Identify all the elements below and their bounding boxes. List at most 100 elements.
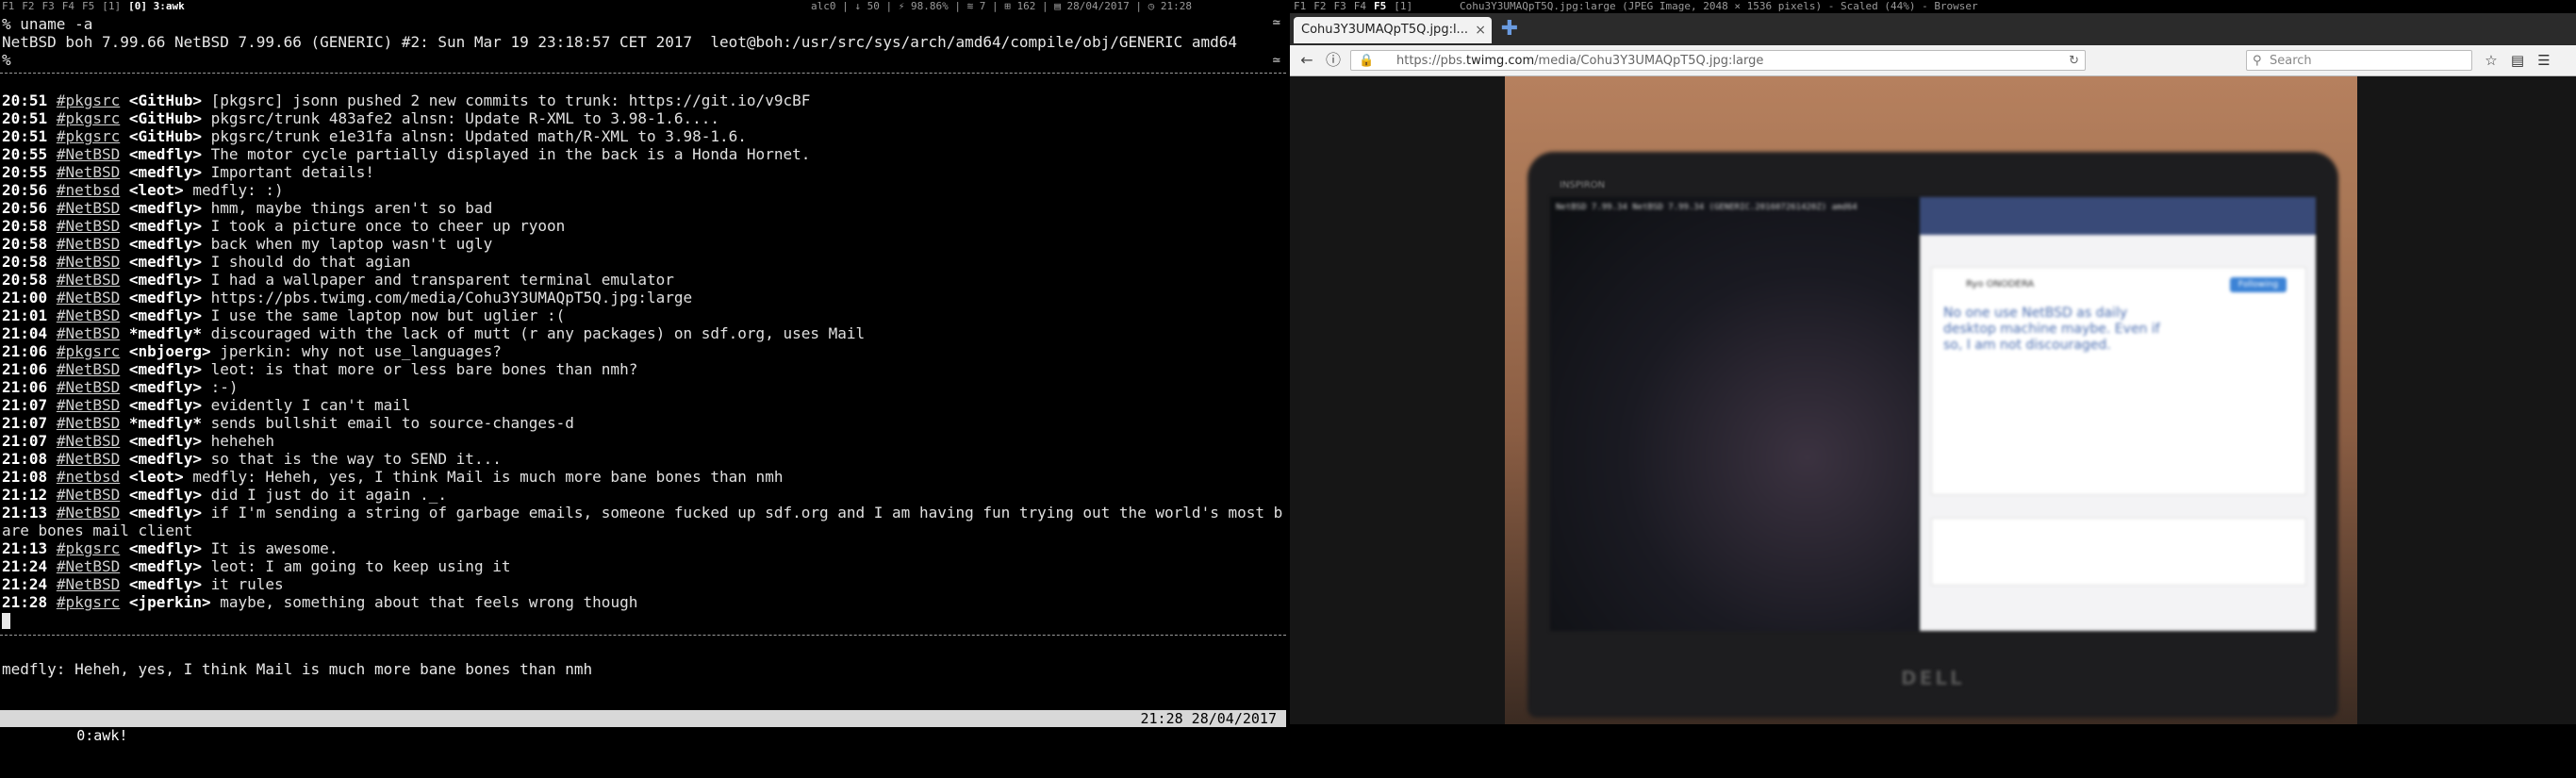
url-text: https://pbs.twimg.com/media/Cohu3Y3UMAQp… bbox=[1396, 54, 1764, 68]
bookmark-star-icon[interactable]: ☆ bbox=[2480, 49, 2502, 72]
message-nick: <medfly> bbox=[128, 271, 202, 289]
message-nick: <medfly> bbox=[128, 360, 202, 378]
browser-window: Cohu3Y3UMAQpT5Q.jpg:l... × ✚ ← ⓘ 🔒 https… bbox=[1290, 13, 2576, 724]
message-time: 21:06 bbox=[2, 378, 48, 396]
wm-tab-1[interactable]: [1] bbox=[102, 0, 121, 12]
pane-divider bbox=[0, 73, 1286, 74]
shell-line-1: % uname -a bbox=[2, 15, 93, 33]
wm-tab-f5[interactable]: F5 bbox=[82, 0, 94, 12]
irc-message: 21:07 #NetBSD *medfly* sends bullshit em… bbox=[2, 414, 1284, 432]
message-time: 20:51 bbox=[2, 127, 48, 145]
message-text: Important details! bbox=[201, 163, 374, 181]
tmux-window-4[interactable]: 4:tcsh- bbox=[304, 727, 374, 744]
irc-message: 21:06 #NetBSD <medfly> :-) bbox=[2, 378, 1284, 396]
tmux-window-0[interactable]: 0:awk! bbox=[71, 727, 134, 744]
session-label: [0] bbox=[40, 727, 66, 744]
message-time: 21:07 bbox=[2, 396, 48, 414]
reload-icon[interactable]: ↻ bbox=[2069, 51, 2079, 72]
tab-close-icon[interactable]: × bbox=[1475, 17, 1486, 43]
photo-twitter-header bbox=[1920, 197, 2316, 235]
irc-message: 21:24 #NetBSD <medfly> it rules bbox=[2, 575, 1284, 593]
search-placeholder: Search bbox=[2270, 54, 2312, 68]
pane-corner-icon: ≃ bbox=[1272, 15, 1280, 30]
browser-tab[interactable]: Cohu3Y3UMAQpT5Q.jpg:l... × bbox=[1294, 17, 1492, 43]
tmux-window-2[interactable]: 2:less bbox=[179, 727, 241, 744]
message-text: [pkgsrc] jsonn pushed 2 new commits to t… bbox=[201, 91, 811, 109]
wm-tab-f1[interactable]: F1 bbox=[2, 0, 14, 12]
info-icon[interactable]: ⓘ bbox=[1322, 49, 1345, 72]
irc-message: 20:56 #netbsd <leot> medfly: :) bbox=[2, 181, 1284, 199]
message-text: medfly: Heheh, yes, I think Mail is much… bbox=[183, 468, 784, 486]
wm-tab-f5[interactable]: F5 bbox=[1374, 0, 1386, 12]
irc-message: 21:07 #NetBSD <medfly> heheheh bbox=[2, 432, 1284, 450]
new-tab-icon[interactable]: ✚ bbox=[1499, 19, 1520, 40]
message-time: 20:56 bbox=[2, 199, 48, 217]
message-time: 21:13 bbox=[2, 504, 48, 521]
tmux-window-1[interactable]: 1:sh bbox=[133, 727, 178, 744]
message-text: leot: is that more or less bare bones th… bbox=[201, 360, 638, 378]
wm-tab-f4[interactable]: F4 bbox=[1354, 0, 1366, 12]
wm-tab-f1[interactable]: F1 bbox=[1294, 0, 1306, 12]
irc-message: 20:56 #NetBSD <medfly> hmm, maybe things… bbox=[2, 199, 1284, 217]
message-time: 21:08 bbox=[2, 468, 48, 486]
wm-tab-1[interactable]: [1] bbox=[1394, 0, 1412, 12]
image-viewport[interactable]: INSPIRON NetBSD 7.99.34 NetBSD 7.99.34 (… bbox=[1290, 76, 2576, 724]
message-channel: #NetBSD bbox=[56, 235, 121, 253]
message-nick: <medfly> bbox=[128, 575, 202, 593]
wm-tab-03awk[interactable]: [0] 3:awk bbox=[128, 0, 185, 12]
wm-tab-f3[interactable]: F3 bbox=[42, 0, 55, 12]
message-nick: <medfly> bbox=[128, 486, 202, 504]
irc-message: 20:58 #NetBSD <medfly> back when my lapt… bbox=[2, 235, 1284, 253]
message-nick: *medfly* bbox=[128, 414, 202, 432]
irc-log[interactable]: 20:51 #pkgsrc <GitHub> [pkgsrc] jsonn pu… bbox=[2, 91, 1284, 629]
message-channel: #pkgsrc bbox=[56, 91, 121, 109]
input-divider bbox=[0, 635, 1286, 636]
message-nick: <medfly> bbox=[128, 504, 202, 521]
message-channel: #NetBSD bbox=[56, 504, 121, 521]
tmux-window-3[interactable]: 3:awk* bbox=[241, 727, 304, 744]
irc-input-line[interactable]: medfly: Heheh, yes, I think Mail is much… bbox=[2, 660, 592, 678]
message-channel: #NetBSD bbox=[56, 289, 121, 306]
irc-message: 21:24 #NetBSD <medfly> leot: I am going … bbox=[2, 557, 1284, 575]
message-nick: <medfly> bbox=[128, 199, 202, 217]
message-nick: <GitHub> bbox=[128, 109, 202, 127]
message-nick: <medfly> bbox=[128, 539, 202, 557]
irc-message: 21:00 #NetBSD <medfly> https://pbs.twimg… bbox=[2, 289, 1284, 306]
message-nick: <GitHub> bbox=[128, 91, 202, 109]
irc-message: 20:51 #pkgsrc <GitHub> pkgsrc/trunk e1e3… bbox=[2, 127, 1284, 145]
message-time: 20:56 bbox=[2, 181, 48, 199]
menu-icon[interactable]: ☰ bbox=[2533, 49, 2555, 72]
message-channel: #NetBSD bbox=[56, 360, 121, 378]
url-bar[interactable]: 🔒 https://pbs.twimg.com/media/Cohu3Y3UMA… bbox=[1350, 50, 2086, 71]
message-text: I took a picture once to cheer up ryoon bbox=[201, 217, 566, 235]
message-time: 21:12 bbox=[2, 486, 48, 504]
message-text: evidently I can't mail bbox=[201, 396, 411, 414]
irc-message: 20:58 #NetBSD <medfly> I took a picture … bbox=[2, 217, 1284, 235]
terminal-pane[interactable]: % uname -a NetBSD boh 7.99.66 NetBSD 7.9… bbox=[0, 13, 1286, 744]
wm-center-status: alc0 | ↓ 50 | ⚡ 98.86% | ≋ 7 | ⊞ 162 | ▤… bbox=[811, 0, 1192, 12]
message-channel: #NetBSD bbox=[56, 306, 121, 324]
photo-terminal-text: NetBSD 7.99.34 NetBSD 7.99.34 (GENERIC.2… bbox=[1556, 203, 1858, 212]
wm-tab-f2[interactable]: F2 bbox=[1313, 0, 1326, 12]
library-icon[interactable]: ▤ bbox=[2506, 49, 2529, 72]
message-channel: #NetBSD bbox=[56, 557, 121, 575]
tab-bar: Cohu3Y3UMAQpT5Q.jpg:l... × ✚ bbox=[1290, 13, 2576, 45]
message-channel: #pkgsrc bbox=[56, 539, 121, 557]
wm-tab-f3[interactable]: F3 bbox=[1334, 0, 1346, 12]
wm-right-tabs[interactable]: F1 F2 F3 F4 F5 [1] bbox=[1294, 0, 1420, 13]
message-channel: #NetBSD bbox=[56, 145, 121, 163]
search-input[interactable]: ⚲ Search bbox=[2246, 50, 2472, 71]
message-text: I had a wallpaper and transparent termin… bbox=[201, 271, 674, 289]
message-nick: <medfly> bbox=[128, 378, 202, 396]
message-text: pkgsrc/trunk 483afe2 alnsn: Update R-XML… bbox=[201, 109, 720, 127]
wm-tab-f2[interactable]: F2 bbox=[22, 0, 34, 12]
message-time: 21:07 bbox=[2, 414, 48, 432]
message-nick: <medfly> bbox=[128, 289, 202, 306]
window-manager-bar: F1 F2 F3 F4 F5 [1] [0] 3:awk alc0 | ↓ 50 | ⚡ 9… bbox=[0, 0, 2576, 13]
back-arrow-icon[interactable]: ← bbox=[1296, 49, 1318, 72]
message-text: :-) bbox=[201, 378, 239, 396]
message-channel: #pkgsrc bbox=[56, 593, 121, 611]
message-nick: <nbjoerg> bbox=[128, 342, 211, 360]
wm-tab-f4[interactable]: F4 bbox=[62, 0, 74, 12]
wm-left-tabs[interactable]: F1 F2 F3 F4 F5 [1] [0] 3:awk bbox=[2, 0, 192, 13]
